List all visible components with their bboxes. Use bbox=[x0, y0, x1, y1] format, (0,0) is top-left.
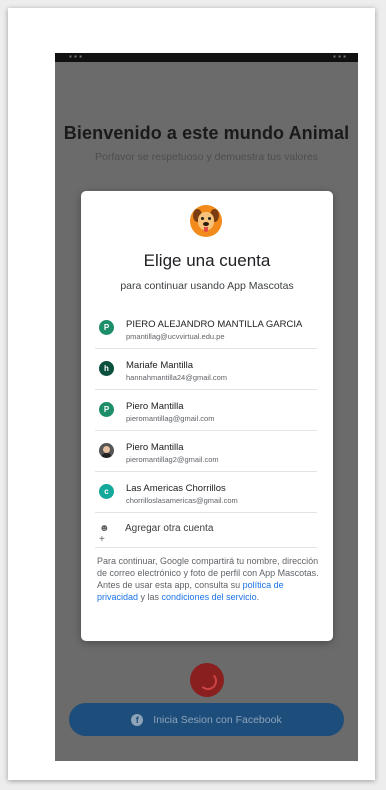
google-signin-icon[interactable] bbox=[190, 663, 224, 697]
account-list: P PIERO ALEJANDRO MANTILLA GARCIA pmanti… bbox=[95, 308, 317, 548]
dialog-subtitle: para continuar usando App Mascotas bbox=[120, 280, 294, 292]
disclaimer-end: . bbox=[256, 592, 260, 602]
account-item[interactable]: Piero Mantilla pieromantillag2@gmail.com bbox=[95, 431, 317, 472]
screenshot-frame: ▪ ▪ ▪ ▪ ▪ ▪ Bienvenido a este mundo Anim… bbox=[8, 8, 375, 780]
account-email: chorrilloslasamericas@gmail.com bbox=[126, 496, 238, 505]
account-name: Piero Mantilla bbox=[126, 442, 184, 453]
disclaimer-and: y las bbox=[138, 592, 162, 602]
account-item[interactable]: h Mariafe Mantilla hannahmantilla24@gmai… bbox=[95, 349, 317, 390]
welcome-title: Bienvenido a este mundo Animal bbox=[63, 123, 350, 143]
account-email: pieromantillag2@gmail.com bbox=[126, 455, 219, 464]
add-account-button[interactable]: ☻+ Agregar otra cuenta bbox=[95, 513, 317, 545]
account-name: Las Americas Chorrillos bbox=[126, 483, 226, 494]
account-chooser-dialog: Elige una cuenta para continuar usando A… bbox=[81, 191, 333, 641]
account-item[interactable]: P Piero Mantilla pieromantillag@gmail.co… bbox=[95, 390, 317, 431]
avatar: P bbox=[99, 320, 114, 335]
account-item[interactable]: P PIERO ALEJANDRO MANTILLA GARCIA pmanti… bbox=[95, 308, 317, 349]
account-email: pmantillag@ucvvirtual.edu.pe bbox=[126, 332, 225, 341]
phone-screen: ▪ ▪ ▪ ▪ ▪ ▪ Bienvenido a este mundo Anim… bbox=[55, 53, 358, 761]
disclaimer-text: Para continuar, Google compartirá tu nom… bbox=[97, 556, 319, 590]
account-name: Piero Mantilla bbox=[126, 401, 184, 412]
avatar bbox=[99, 443, 114, 458]
add-person-icon: ☻+ bbox=[99, 523, 110, 545]
status-icons: ▪ ▪ ▪ bbox=[333, 53, 346, 61]
avatar: h bbox=[99, 361, 114, 376]
account-item[interactable]: c Las Americas Chorrillos chorrilloslasa… bbox=[95, 472, 317, 513]
add-account-label: Agregar otra cuenta bbox=[125, 523, 214, 534]
status-time: ▪ ▪ ▪ bbox=[69, 53, 82, 61]
status-bar: ▪ ▪ ▪ ▪ ▪ ▪ bbox=[55, 53, 358, 62]
terms-of-service-link[interactable]: condiciones del servicio bbox=[162, 592, 257, 602]
facebook-login-button[interactable]: f Inicia Sesion con Facebook bbox=[69, 703, 344, 736]
divider bbox=[95, 547, 317, 548]
welcome-subtitle: Porfavor se respetuoso y demuestra tus v… bbox=[95, 151, 318, 163]
dog-logo-icon bbox=[190, 205, 222, 237]
facebook-icon: f bbox=[131, 713, 144, 726]
avatar: P bbox=[99, 402, 114, 417]
privacy-disclaimer: Para continuar, Google compartirá tu nom… bbox=[97, 555, 319, 603]
facebook-button-label: Inicia Sesion con Facebook bbox=[153, 713, 282, 726]
avatar: c bbox=[99, 484, 114, 499]
account-name: PIERO ALEJANDRO MANTILLA GARCIA bbox=[126, 319, 303, 330]
dialog-title: Elige una cuenta bbox=[143, 251, 271, 270]
account-name: Mariafe Mantilla bbox=[126, 360, 194, 371]
account-email: hannahmantilla24@gmail.com bbox=[126, 373, 228, 382]
account-email: pieromantillag@gmail.com bbox=[126, 414, 215, 423]
